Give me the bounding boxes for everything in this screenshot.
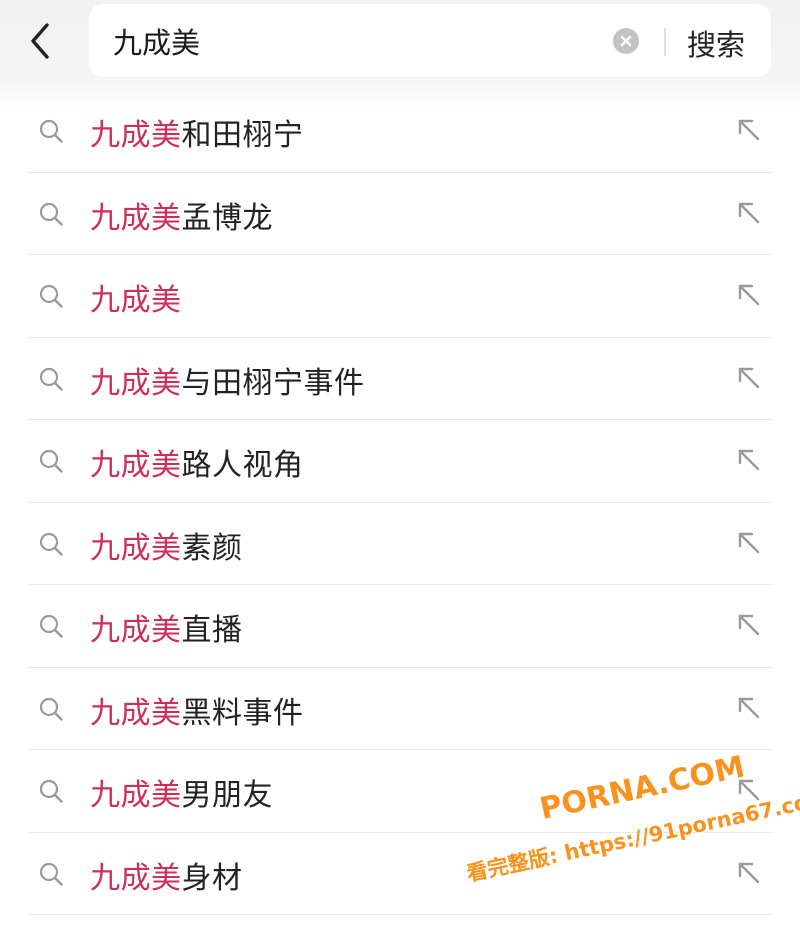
search-icon: [39, 779, 63, 803]
search-icon: [39, 202, 63, 226]
search-icon: [39, 284, 63, 308]
chevron-left-icon: [31, 23, 49, 59]
suggestion-rest: 素颜: [181, 530, 243, 566]
arrow-up-left-icon[interactable]: [735, 116, 763, 144]
suggestion-item[interactable]: 九成美和田栩宁: [28, 90, 771, 173]
search-icon: [39, 697, 63, 721]
suggestion-rest: 黑料事件: [181, 695, 304, 731]
suggestion-highlight: 九成美: [90, 200, 182, 236]
suggestion-text: 九成美: [90, 275, 182, 319]
suggestion-highlight: 九成美: [90, 778, 182, 813]
arrow-up-left-icon[interactable]: [735, 446, 763, 474]
suggestion-text: 九成美男朋友: [90, 770, 273, 814]
search-icon: [39, 367, 63, 391]
search-icon: [39, 614, 63, 638]
suggestion-text: 九成美孟博龙: [90, 193, 273, 237]
search-icon: [39, 862, 63, 886]
suggestion-rest: 和田栩宁: [181, 118, 304, 153]
back-button[interactable]: [18, 18, 62, 64]
clear-search-button[interactable]: [613, 28, 639, 54]
suggestion-highlight: 九成美: [90, 283, 182, 318]
search-box: 搜索: [89, 4, 771, 77]
arrow-up-left-icon[interactable]: [735, 281, 763, 309]
suggestion-item[interactable]: 九成美: [28, 255, 771, 338]
suggestion-text: 九成美和田栩宁: [90, 110, 304, 154]
arrow-up-left-icon[interactable]: [735, 529, 763, 557]
suggestion-text: 九成美黑料事件: [90, 688, 304, 732]
suggestion-text: 九成美素颜: [90, 523, 243, 567]
suggestion-text: 九成美身材: [90, 853, 243, 897]
suggestion-item[interactable]: 九成美素颜: [28, 503, 771, 585]
suggestion-item[interactable]: 九成美孟博龙: [28, 173, 771, 255]
clear-circle-icon: [620, 35, 632, 47]
search-divider: [664, 28, 666, 56]
arrow-up-left-icon[interactable]: [735, 694, 763, 722]
suggestion-item[interactable]: 九成美身材: [28, 833, 771, 915]
arrow-up-left-icon[interactable]: [735, 776, 763, 804]
suggestion-item[interactable]: 九成美直播: [28, 585, 771, 668]
suggestion-rest: 与田栩宁事件: [181, 365, 365, 401]
search-input[interactable]: [113, 22, 593, 60]
suggestion-highlight: 九成美: [90, 613, 182, 648]
suggestion-highlight: 九成美: [90, 118, 182, 153]
search-icon: [39, 532, 63, 556]
arrow-up-left-icon[interactable]: [735, 364, 763, 392]
suggestion-rest: 男朋友: [181, 778, 273, 813]
suggestion-item[interactable]: 九成美男朋友: [28, 750, 771, 833]
suggestion-rest: 身材: [181, 860, 243, 896]
arrow-up-left-icon[interactable]: [735, 859, 763, 887]
suggestion-highlight: 九成美: [90, 860, 182, 896]
suggestion-highlight: 九成美: [90, 365, 182, 401]
suggestion-item[interactable]: 九成美黑料事件: [28, 668, 771, 750]
suggestion-item[interactable]: 九成美路人视角: [28, 420, 771, 503]
suggestion-highlight: 九成美: [90, 448, 182, 483]
search-icon: [39, 119, 63, 143]
suggestion-rest: 直播: [181, 613, 243, 648]
suggestion-list: 九成美和田栩宁 九成美孟博龙 九成美 九成美与田栩宁事件 九成美路人视角 九成美素颜 九成美…: [28, 90, 771, 915]
suggestion-text: 九成美直播: [90, 605, 243, 649]
search-icon: [39, 449, 63, 473]
suggestion-item[interactable]: 九成美与田栩宁事件: [28, 338, 771, 420]
suggestion-highlight: 九成美: [90, 530, 182, 566]
arrow-up-left-icon[interactable]: [735, 611, 763, 639]
suggestion-rest: 孟博龙: [181, 200, 273, 236]
suggestion-highlight: 九成美: [90, 695, 182, 731]
suggestion-text: 九成美路人视角: [90, 440, 304, 484]
search-button[interactable]: 搜索: [687, 22, 745, 64]
suggestion-text: 九成美与田栩宁事件: [90, 358, 365, 402]
arrow-up-left-icon[interactable]: [735, 199, 763, 227]
suggestion-rest: 路人视角: [181, 448, 304, 483]
